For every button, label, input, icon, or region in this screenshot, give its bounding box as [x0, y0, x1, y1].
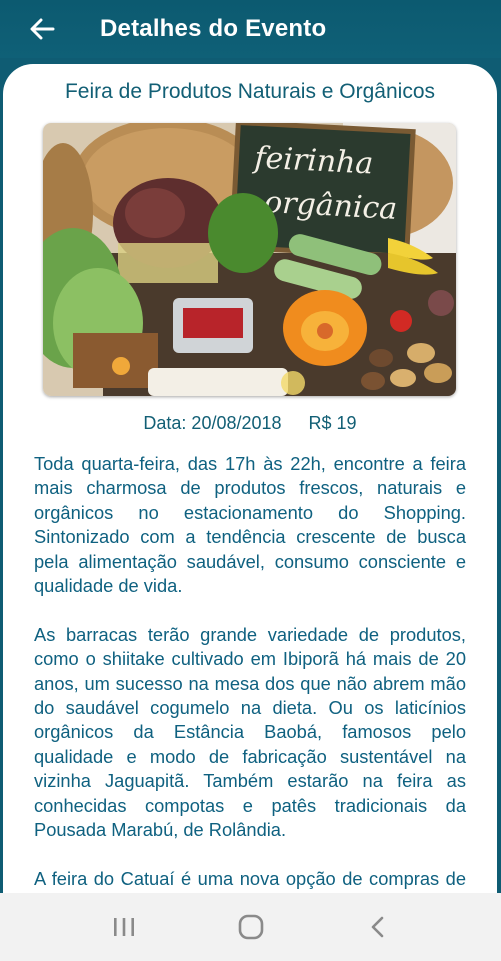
event-details-card[interactable]: Feira de Produtos Naturais e Orgânicos f… [3, 64, 497, 904]
home-icon [238, 914, 263, 940]
home-button[interactable] [231, 907, 271, 947]
event-meta: Data: 20/08/2018 R$ 19 [3, 413, 497, 434]
back-chevron-icon [371, 916, 383, 938]
sign-text-line-1: feirinha [252, 140, 375, 181]
event-title: Feira de Produtos Naturais e Orgânicos [64, 80, 435, 103]
event-price: R$ 19 [308, 413, 357, 433]
event-photo: feirinha orgânica [43, 123, 456, 396]
description-paragraph: As barracas terão grande variedade de pr… [34, 623, 466, 841]
system-back-button[interactable] [358, 907, 398, 947]
back-button[interactable] [22, 9, 62, 49]
recent-apps-icon [113, 918, 134, 936]
page-title: Detalhes do Evento [100, 15, 327, 42]
event-date: Data: 20/08/2018 [143, 413, 282, 433]
arrow-left-icon [30, 18, 55, 40]
recent-apps-button[interactable] [104, 907, 144, 947]
app-bar: Detalhes do Evento [0, 0, 501, 58]
system-navigation-bar [0, 893, 501, 961]
event-description: Toda quarta-feira, das 17h às 22h, encon… [34, 452, 466, 904]
description-paragraph: Toda quarta-feira, das 17h às 22h, encon… [34, 453, 466, 597]
sign-text-line-2: orgânica [263, 185, 398, 227]
